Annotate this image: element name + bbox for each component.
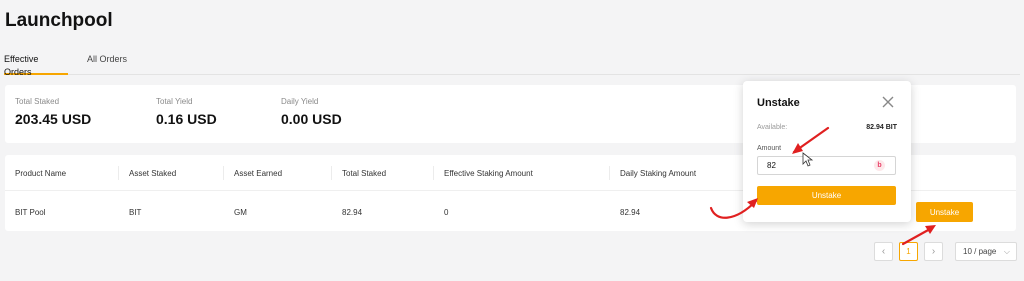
unstake-submit-button[interactable]: Unstake [757,186,896,205]
cell-daily-staking-amount: 82.94 [620,208,641,217]
cell-total-staked: 82.94 [342,208,363,217]
column-header-asset-earned: Asset Earned [234,169,283,178]
available-label: Available: [757,124,788,131]
cell-product-name: BIT Pool [15,208,46,217]
cell-effective-staking-amount: 0 [444,208,449,217]
cell-asset-staked: BIT [129,208,142,217]
stat-total-yield: Total Yield 0.16 USD [156,97,217,127]
tab-effective-orders[interactable]: Effective Orders [4,53,68,77]
chevron-right-icon[interactable]: › [924,242,943,261]
column-header-daily-staking-amount: Daily Staking Amount [620,169,697,178]
column-header-product-name: Product Name [15,169,67,178]
column-divider [331,166,332,180]
column-divider [223,166,224,180]
modal-title: Unstake [757,97,800,109]
stat-daily-yield: Daily Yield 0.00 USD [281,97,342,127]
column-divider [118,166,119,180]
chevron-left-icon[interactable]: ‹ [874,242,893,261]
column-divider [433,166,434,180]
tab-all-orders[interactable]: All Orders [87,53,127,75]
stat-label: Daily Yield [281,97,319,106]
column-header-total-staked: Total Staked [342,169,387,178]
amount-label: Amount [757,145,782,152]
available-value: 82.94 BIT [866,124,897,131]
page-size-value: 10 / page [963,247,997,256]
chevron-down-icon: ⌵ [1003,247,1010,256]
page-size-select[interactable]: 10 / page ⌵ [955,242,1017,261]
stat-total-staked: Total Staked 203.45 USD [15,97,91,127]
column-divider [609,166,610,180]
page-number-current[interactable]: 1 [899,242,918,261]
stat-label: Total Yield [156,97,193,106]
order-tabs: Effective Orders All Orders [4,53,1020,77]
stat-label: Total Staked [15,97,60,106]
close-icon[interactable] [879,93,897,111]
page-title: Launchpool [5,10,113,31]
stat-value: 203.45 USD [15,111,92,127]
stat-value: 0.00 USD [281,111,342,127]
unstake-modal: Unstake Available: 82.94 BIT Amount b Un… [743,81,911,222]
stat-value: 0.16 USD [156,111,217,127]
column-header-asset-staked: Asset Staked [129,169,177,178]
column-header-effective-staking-amount: Effective Staking Amount [444,169,533,178]
cell-asset-earned: GM [234,208,247,217]
bit-token-icon: b [874,160,885,171]
row-unstake-button[interactable]: Unstake [916,202,973,222]
